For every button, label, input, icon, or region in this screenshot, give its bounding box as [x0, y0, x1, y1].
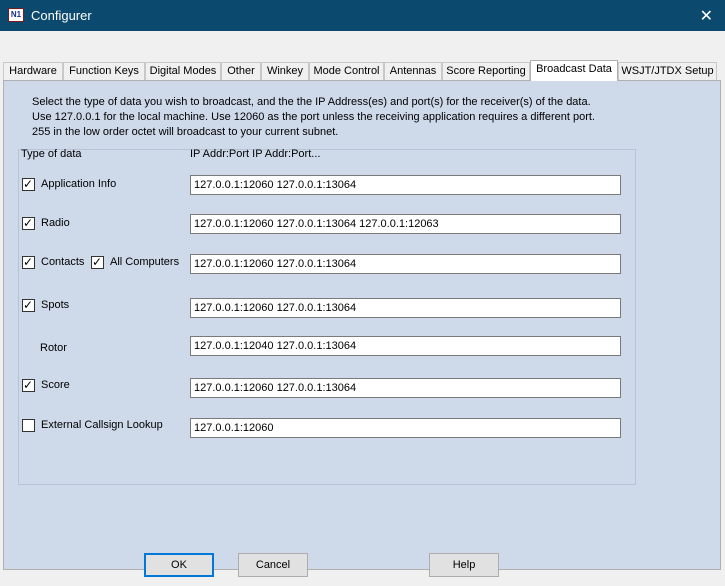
- rotor-label: Rotor: [40, 342, 67, 354]
- radio-label: Radio: [41, 217, 70, 229]
- contacts-checkbox[interactable]: [22, 255, 35, 269]
- instruction-line: Select the type of data you wish to broa…: [32, 96, 591, 108]
- tab-strip: Hardware Function Keys Digital Modes Oth…: [3, 60, 723, 81]
- instructions-text: Select the type of data you wish to broa…: [32, 95, 632, 140]
- n1mm-logo-icon: N1: [8, 8, 24, 22]
- score-checkbox[interactable]: [22, 378, 35, 392]
- application-info-address-input[interactable]: 127.0.0.1:12060 127.0.0.1:13064: [190, 175, 621, 195]
- tab-hardware[interactable]: Hardware: [3, 62, 63, 80]
- application-info-label: Application Info: [41, 178, 117, 190]
- instruction-line: Use 127.0.0.1 for the local machine. Use…: [32, 111, 595, 123]
- help-button[interactable]: Help: [429, 553, 499, 577]
- tab-digital-modes[interactable]: Digital Modes: [145, 62, 221, 80]
- contacts-address-input[interactable]: 127.0.0.1:12060 127.0.0.1:13064: [190, 254, 621, 274]
- application-info-checkbox[interactable]: [22, 177, 35, 191]
- tab-wsjt-jtdx-setup[interactable]: WSJT/JTDX Setup: [618, 62, 717, 80]
- spots-checkbox[interactable]: [22, 298, 35, 312]
- score-label: Score: [41, 379, 70, 391]
- window-title: Configurer: [31, 8, 92, 23]
- external-callsign-lookup-checkbox[interactable]: [22, 419, 35, 432]
- radio-checkbox[interactable]: [22, 216, 35, 230]
- ok-button[interactable]: OK: [144, 553, 214, 577]
- type-of-data-header: Type of data: [21, 148, 82, 160]
- tab-mode-control[interactable]: Mode Control: [309, 62, 384, 80]
- tab-antennas[interactable]: Antennas: [384, 62, 442, 80]
- ip-addr-header: IP Addr:Port IP Addr:Port...: [190, 148, 321, 160]
- radio-address-input[interactable]: 127.0.0.1:12060 127.0.0.1:13064 127.0.0.…: [190, 214, 621, 234]
- instruction-line: 255 in the low order octet will broadcas…: [32, 126, 339, 138]
- tab-winkey[interactable]: Winkey: [261, 62, 309, 80]
- spots-label: Spots: [41, 299, 70, 311]
- all-computers-checkbox[interactable]: [91, 255, 104, 269]
- tab-score-reporting[interactable]: Score Reporting: [442, 62, 530, 80]
- external-callsign-lookup-address-input[interactable]: 127.0.0.1:12060: [190, 418, 621, 438]
- tab-function-keys[interactable]: Function Keys: [63, 62, 145, 80]
- contacts-label: Contacts: [41, 256, 85, 268]
- broadcast-data-panel: Select the type of data you wish to broa…: [3, 80, 721, 570]
- external-callsign-lookup-label: External Callsign Lookup: [41, 419, 163, 431]
- tab-other[interactable]: Other: [221, 62, 261, 80]
- title-bar: N1 Configurer ✕: [0, 0, 725, 31]
- tab-broadcast-data[interactable]: Broadcast Data: [530, 60, 618, 81]
- cancel-button[interactable]: Cancel: [238, 553, 308, 577]
- rotor-address-input[interactable]: 127.0.0.1:12040 127.0.0.1:13064: [190, 336, 621, 356]
- spots-address-input[interactable]: 127.0.0.1:12060 127.0.0.1:13064: [190, 298, 621, 318]
- score-address-input[interactable]: 127.0.0.1:12060 127.0.0.1:13064: [190, 378, 621, 398]
- all-computers-label: All Computers: [110, 256, 180, 268]
- close-icon[interactable]: ✕: [700, 6, 713, 26]
- broadcast-settings-group: Type of data IP Addr:Port IP Addr:Port..…: [18, 148, 636, 485]
